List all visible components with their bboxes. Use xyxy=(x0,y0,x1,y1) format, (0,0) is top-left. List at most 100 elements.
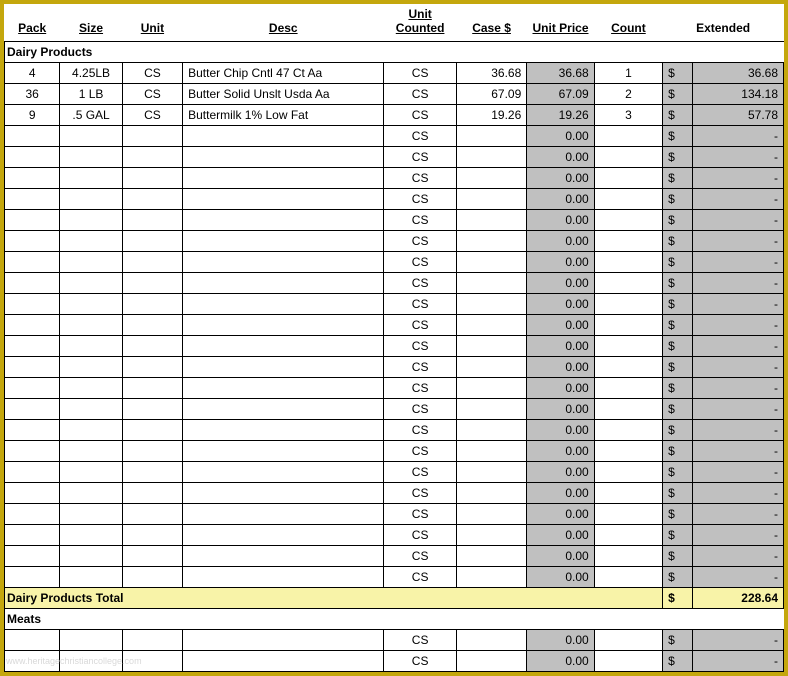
cell-count[interactable] xyxy=(594,252,662,273)
cell-count[interactable] xyxy=(594,294,662,315)
cell-unit-counted[interactable]: CS xyxy=(384,441,456,462)
cell-desc[interactable] xyxy=(183,504,384,525)
cell-count[interactable]: 2 xyxy=(594,84,662,105)
cell-count[interactable] xyxy=(594,126,662,147)
cell-count[interactable] xyxy=(594,231,662,252)
cell-unit-counted[interactable]: CS xyxy=(384,525,456,546)
cell-desc[interactable] xyxy=(183,210,384,231)
cell-unit[interactable] xyxy=(122,546,182,567)
cell-unit[interactable] xyxy=(122,630,182,651)
cell-unit[interactable] xyxy=(122,483,182,504)
cell-count[interactable] xyxy=(594,210,662,231)
cell-case-dollar[interactable] xyxy=(456,651,526,672)
cell-desc[interactable]: Butter Solid Unslt Usda Aa xyxy=(183,84,384,105)
cell-size[interactable] xyxy=(60,525,122,546)
cell-count[interactable] xyxy=(594,273,662,294)
cell-size[interactable]: .5 GAL xyxy=(60,105,122,126)
cell-desc[interactable] xyxy=(183,420,384,441)
cell-pack[interactable] xyxy=(5,399,60,420)
cell-pack[interactable] xyxy=(5,168,60,189)
cell-pack[interactable] xyxy=(5,357,60,378)
cell-count[interactable] xyxy=(594,567,662,588)
cell-unit-counted[interactable]: CS xyxy=(384,546,456,567)
cell-desc[interactable] xyxy=(183,546,384,567)
cell-pack[interactable] xyxy=(5,252,60,273)
cell-case-dollar[interactable] xyxy=(456,336,526,357)
cell-unit-counted[interactable]: CS xyxy=(384,147,456,168)
cell-unit-counted[interactable]: CS xyxy=(384,567,456,588)
cell-unit-counted[interactable]: CS xyxy=(384,294,456,315)
cell-count[interactable] xyxy=(594,357,662,378)
cell-size[interactable] xyxy=(60,420,122,441)
cell-pack[interactable] xyxy=(5,504,60,525)
cell-count[interactable]: 3 xyxy=(594,105,662,126)
cell-size[interactable] xyxy=(60,252,122,273)
cell-unit[interactable]: CS xyxy=(122,84,182,105)
cell-desc[interactable] xyxy=(183,441,384,462)
cell-size[interactable] xyxy=(60,651,122,672)
cell-size[interactable] xyxy=(60,399,122,420)
cell-count[interactable] xyxy=(594,189,662,210)
cell-size[interactable] xyxy=(60,168,122,189)
cell-case-dollar[interactable] xyxy=(456,483,526,504)
cell-unit[interactable] xyxy=(122,651,182,672)
cell-desc[interactable] xyxy=(183,294,384,315)
cell-desc[interactable] xyxy=(183,231,384,252)
cell-unit[interactable] xyxy=(122,525,182,546)
cell-count[interactable] xyxy=(594,420,662,441)
cell-case-dollar[interactable]: 36.68 xyxy=(456,63,526,84)
cell-unit-counted[interactable]: CS xyxy=(384,504,456,525)
cell-unit-counted[interactable]: CS xyxy=(384,399,456,420)
cell-case-dollar[interactable] xyxy=(456,210,526,231)
cell-case-dollar[interactable] xyxy=(456,126,526,147)
cell-desc[interactable] xyxy=(183,567,384,588)
cell-desc[interactable] xyxy=(183,483,384,504)
cell-case-dollar[interactable] xyxy=(456,315,526,336)
cell-desc[interactable] xyxy=(183,651,384,672)
cell-unit[interactable] xyxy=(122,294,182,315)
cell-size[interactable] xyxy=(60,126,122,147)
cell-case-dollar[interactable]: 19.26 xyxy=(456,105,526,126)
cell-unit[interactable] xyxy=(122,567,182,588)
cell-count[interactable] xyxy=(594,525,662,546)
cell-desc[interactable] xyxy=(183,336,384,357)
cell-desc[interactable] xyxy=(183,462,384,483)
cell-desc[interactable]: Butter Chip Cntl 47 Ct Aa xyxy=(183,63,384,84)
cell-case-dollar[interactable] xyxy=(456,252,526,273)
cell-pack[interactable] xyxy=(5,651,60,672)
cell-desc[interactable] xyxy=(183,378,384,399)
cell-unit-counted[interactable]: CS xyxy=(384,378,456,399)
cell-desc[interactable] xyxy=(183,168,384,189)
cell-case-dollar[interactable] xyxy=(456,399,526,420)
cell-case-dollar[interactable] xyxy=(456,567,526,588)
cell-size[interactable] xyxy=(60,357,122,378)
cell-pack[interactable] xyxy=(5,315,60,336)
cell-unit[interactable] xyxy=(122,210,182,231)
cell-size[interactable] xyxy=(60,441,122,462)
cell-size[interactable] xyxy=(60,210,122,231)
cell-pack[interactable]: 4 xyxy=(5,63,60,84)
cell-pack[interactable] xyxy=(5,189,60,210)
cell-desc[interactable] xyxy=(183,357,384,378)
cell-case-dollar[interactable] xyxy=(456,630,526,651)
cell-count[interactable] xyxy=(594,504,662,525)
cell-pack[interactable] xyxy=(5,420,60,441)
cell-unit[interactable] xyxy=(122,378,182,399)
cell-pack[interactable] xyxy=(5,567,60,588)
cell-pack[interactable] xyxy=(5,273,60,294)
cell-unit[interactable] xyxy=(122,147,182,168)
cell-pack[interactable]: 9 xyxy=(5,105,60,126)
cell-unit-counted[interactable]: CS xyxy=(384,273,456,294)
cell-unit-counted[interactable]: CS xyxy=(384,630,456,651)
cell-size[interactable] xyxy=(60,231,122,252)
cell-size[interactable] xyxy=(60,273,122,294)
cell-size[interactable] xyxy=(60,294,122,315)
cell-desc[interactable]: Buttermilk 1% Low Fat xyxy=(183,105,384,126)
cell-unit-counted[interactable]: CS xyxy=(384,252,456,273)
cell-count[interactable] xyxy=(594,168,662,189)
cell-unit[interactable] xyxy=(122,168,182,189)
cell-unit-counted[interactable]: CS xyxy=(384,315,456,336)
cell-desc[interactable] xyxy=(183,252,384,273)
cell-desc[interactable] xyxy=(183,189,384,210)
cell-unit-counted[interactable]: CS xyxy=(384,483,456,504)
